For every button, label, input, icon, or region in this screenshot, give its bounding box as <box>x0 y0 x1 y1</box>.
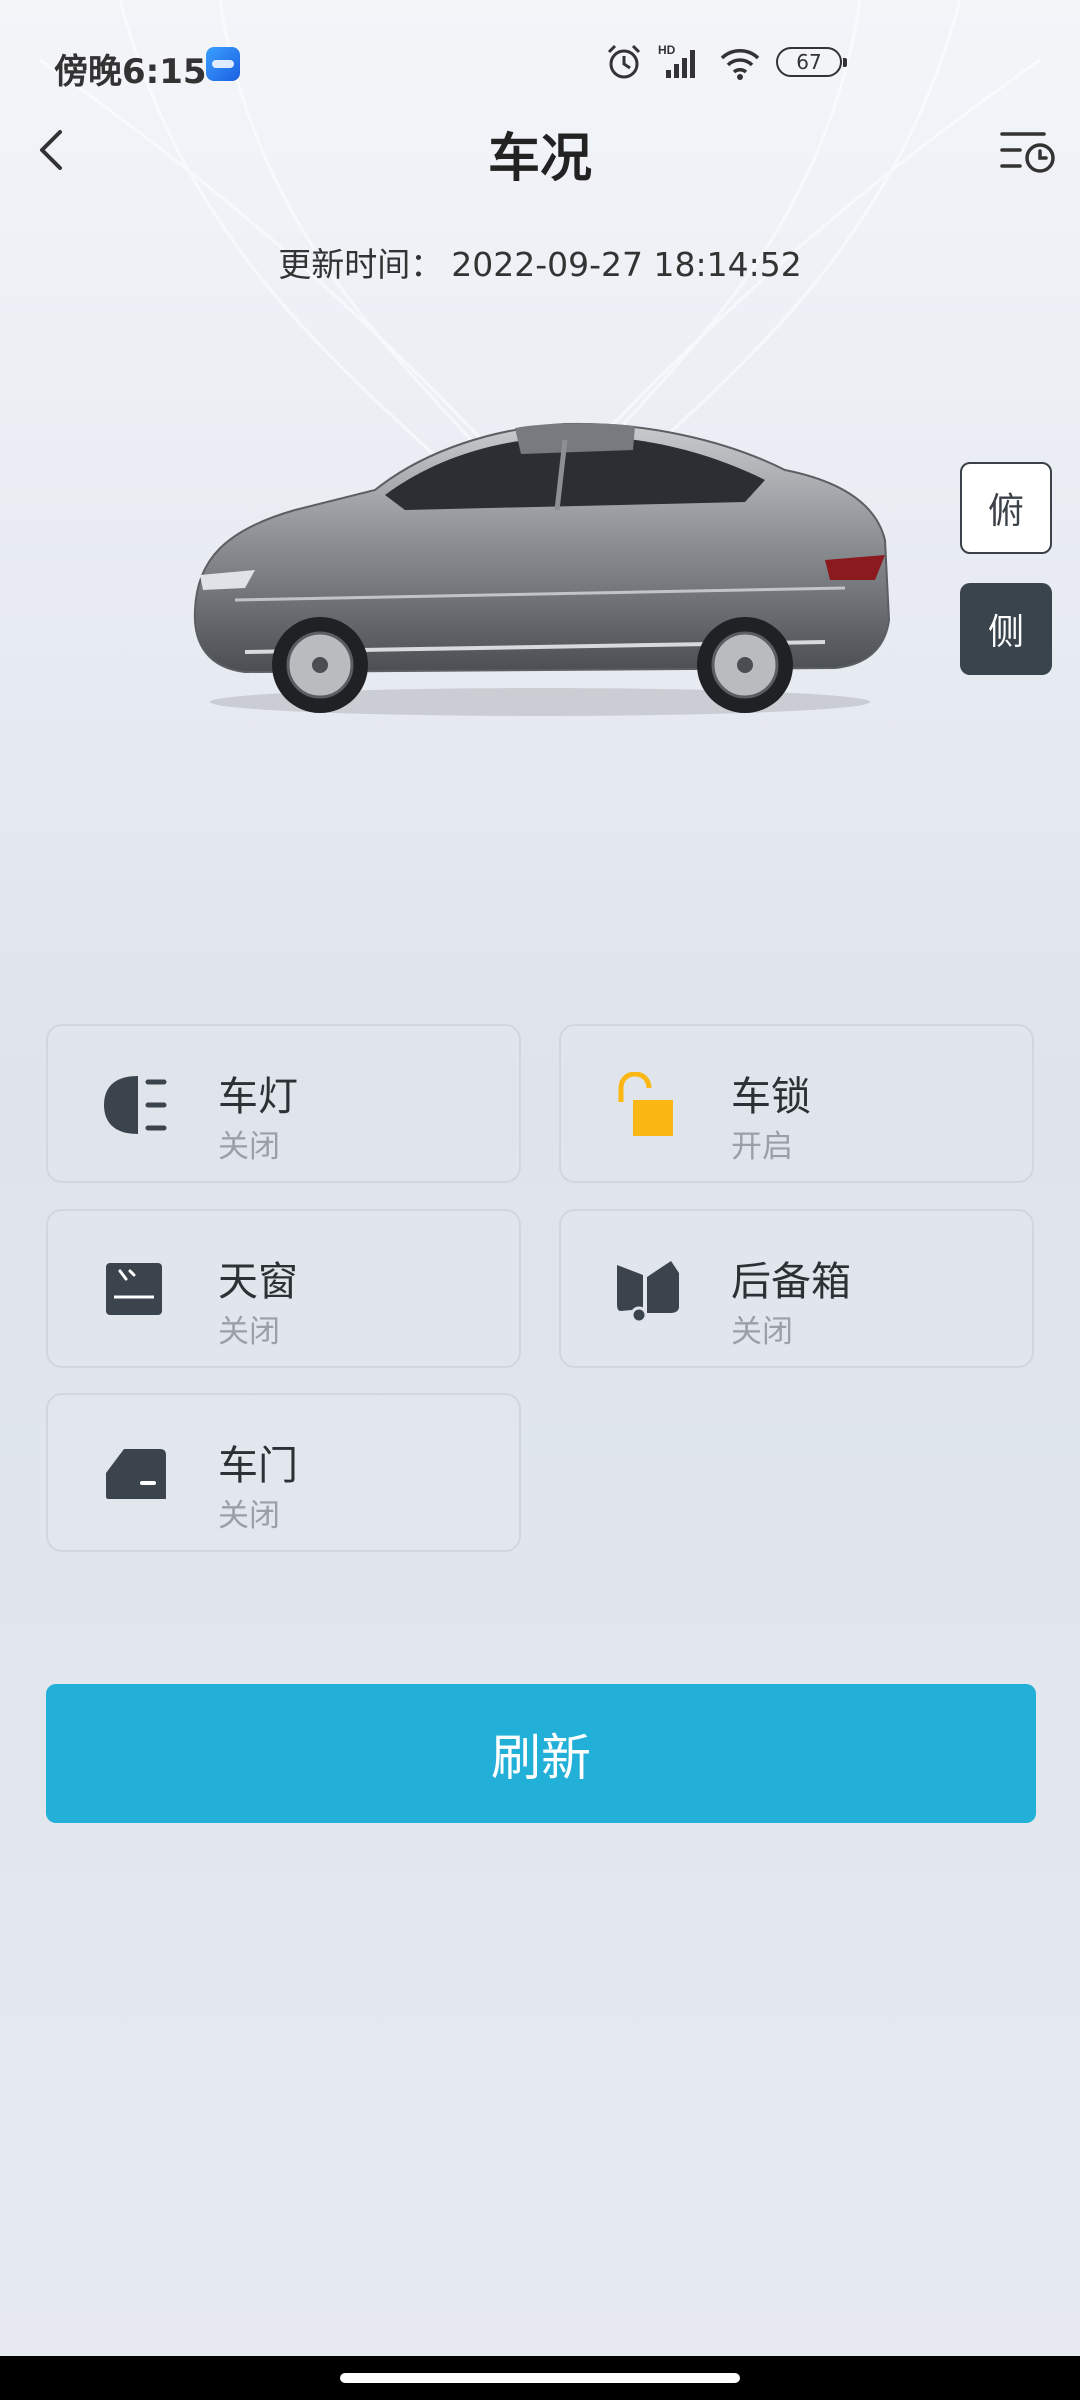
status-bar: 傍晚6:15 HD 67 <box>0 0 1080 120</box>
signal-icon: HD <box>658 43 695 78</box>
card-lock[interactable]: 车锁 开启 <box>559 1024 1034 1183</box>
card-trunk[interactable]: 后备箱 关闭 <box>559 1209 1034 1368</box>
battery-indicator: 67 <box>776 47 847 77</box>
home-indicator[interactable] <box>340 2373 740 2383</box>
page-title: 车况 <box>487 129 592 189</box>
view-side-button[interactable]: 侧 <box>960 583 1052 675</box>
system-nav-bar <box>0 2356 1080 2400</box>
card-door[interactable]: 车门 关闭 <box>46 1393 521 1552</box>
card-lights-name: 车灯 <box>218 1074 298 1120</box>
card-lock-name: 车锁 <box>731 1074 811 1120</box>
status-icons: HD 67 <box>604 40 847 84</box>
card-door-name: 车门 <box>218 1443 298 1489</box>
car-side-image <box>193 422 891 716</box>
update-time-row: 更新时间： 2022-09-27 18:14:52 <box>0 238 1080 286</box>
unlocked-padlock-icon <box>618 1072 673 1136</box>
wifi-icon <box>720 49 760 80</box>
update-time-label: 更新时间： <box>278 245 444 284</box>
update-time-value: 2022-09-27 18:14:52 <box>451 245 802 284</box>
card-lights-state: 关闭 <box>218 1129 280 1165</box>
card-trunk-state: 关闭 <box>731 1314 793 1350</box>
header: 车况 <box>0 110 1080 190</box>
app-notification-icon <box>206 47 240 81</box>
card-sunroof[interactable]: 天窗 关闭 <box>46 1209 521 1368</box>
headlight-icon <box>104 1076 167 1134</box>
alarm-icon <box>607 44 641 79</box>
trunk-icon <box>617 1261 679 1323</box>
sunroof-icon <box>106 1263 162 1315</box>
battery-level: 67 <box>796 50 822 74</box>
history-list-icon[interactable] <box>998 122 1058 178</box>
car-door-icon <box>106 1449 166 1499</box>
status-time: 傍晚6:15 <box>54 52 207 92</box>
card-sunroof-state: 关闭 <box>218 1314 280 1350</box>
view-top-button[interactable]: 俯 <box>960 462 1052 554</box>
card-trunk-name: 后备箱 <box>731 1259 851 1305</box>
card-sunroof-name: 天窗 <box>218 1259 298 1305</box>
card-door-state: 关闭 <box>218 1498 280 1534</box>
card-lights[interactable]: 车灯 关闭 <box>46 1024 521 1183</box>
hd-label: HD <box>658 43 676 57</box>
refresh-button[interactable]: 刷新 <box>46 1684 1036 1823</box>
card-lock-state: 开启 <box>731 1129 793 1165</box>
